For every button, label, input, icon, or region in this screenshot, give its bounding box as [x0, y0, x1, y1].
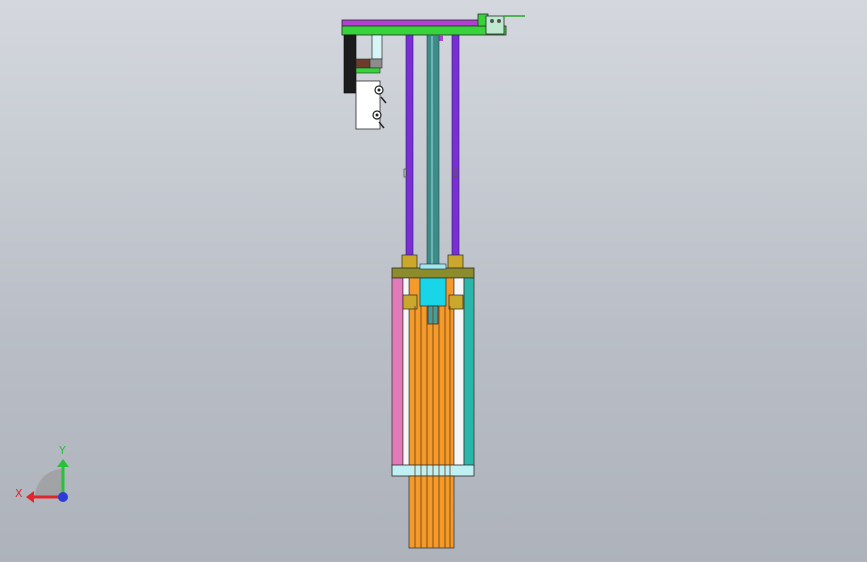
- body-extension[interactable]: [408, 475, 455, 549]
- gripper-green-strip[interactable]: [355, 67, 381, 74]
- triad-quadrant: [35, 469, 63, 497]
- end-bolt-left: [490, 19, 494, 23]
- gripper-arm[interactable]: [371, 34, 383, 60]
- xyz-triad-icon: Y X: [15, 444, 69, 503]
- triad-y-label: Y: [58, 444, 66, 457]
- housing-assembly[interactable]: [391, 254, 475, 549]
- gripper-mount-brown[interactable]: [355, 58, 371, 69]
- piston[interactable]: [419, 277, 447, 307]
- triad-x-arrow: [26, 491, 34, 503]
- wall-right-outer[interactable]: [463, 277, 475, 467]
- triad-z-axis: [58, 492, 68, 502]
- top-plate[interactable]: [341, 25, 507, 36]
- end-block[interactable]: [485, 15, 505, 35]
- top-bar[interactable]: [341, 19, 489, 27]
- gripper-mount-grey[interactable]: [369, 58, 383, 69]
- triad-x-label: X: [15, 487, 23, 500]
- end-bolt-right: [497, 19, 501, 23]
- housing-top-plate[interactable]: [391, 267, 475, 279]
- wall-left-outer[interactable]: [391, 277, 404, 467]
- gripper-black-plate[interactable]: [343, 34, 357, 94]
- triad-y-arrow: [57, 459, 69, 467]
- cad-viewport[interactable]: Y X: [0, 0, 867, 562]
- housing-top-plate-cyan: [419, 263, 447, 270]
- bushing-low-right[interactable]: [448, 294, 464, 310]
- gripper-assembly[interactable]: [343, 34, 387, 130]
- center-shaft[interactable]: [426, 34, 440, 268]
